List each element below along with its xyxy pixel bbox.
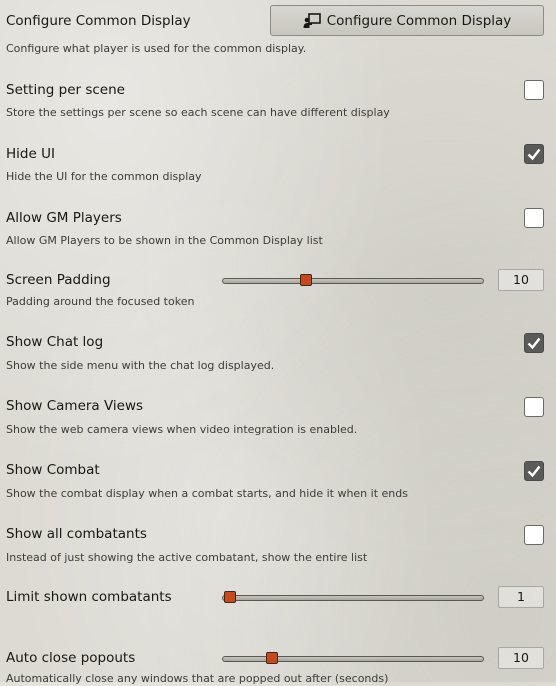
setting-show-combat: Show Combat Show the combat display when… — [6, 459, 544, 505]
setting-hint: Configure what player is used for the co… — [6, 42, 307, 55]
setting-label: Screen Padding — [6, 272, 111, 288]
show-combat-checkbox[interactable] — [524, 461, 544, 481]
setting-label: Show Chat log — [6, 334, 104, 350]
setting-hint: Instead of just showing the active comba… — [6, 551, 368, 564]
setting-label: Auto close popouts — [6, 650, 136, 666]
setting-limit-shown-combatants: Limit shown combatants 1 — [6, 586, 544, 617]
setting-label: Show Combat — [6, 462, 100, 478]
configure-common-display-button[interactable]: Configure Common Display — [270, 5, 544, 36]
checkmark-icon — [527, 337, 541, 350]
setting-hint: Show the combat display when a combat st… — [6, 487, 408, 500]
setting-label: Allow GM Players — [6, 210, 122, 226]
setting-hint: Automatically close any windows that are… — [6, 672, 389, 685]
auto-close-popouts-slider[interactable] — [222, 650, 484, 668]
slider-track[interactable] — [222, 595, 484, 601]
slider-track[interactable] — [222, 656, 484, 662]
slider-thumb[interactable] — [299, 274, 312, 286]
setting-label: Hide UI — [6, 146, 55, 162]
setting-label: Show Camera Views — [6, 398, 144, 414]
slider-track[interactable] — [222, 278, 484, 284]
slider-thumb[interactable] — [223, 591, 236, 603]
setting-label: Setting per scene — [6, 82, 125, 98]
chalkboard-teacher-icon — [303, 12, 321, 28]
setting-hint: Padding around the focused token — [6, 295, 195, 308]
setting-label: Configure Common Display — [6, 13, 191, 29]
setting-label: Limit shown combatants — [6, 589, 172, 605]
setting-show-camera-views: Show Camera Views Show the web camera vi… — [6, 395, 544, 441]
setting-show-all-combatants: Show all combatants Instead of just show… — [6, 523, 544, 569]
setting-hide-ui: Hide UI Hide the UI for the common displ… — [6, 142, 544, 188]
checkmark-icon — [527, 465, 541, 478]
hide-ui-checkbox[interactable] — [524, 144, 544, 164]
screen-padding-slider[interactable] — [222, 272, 484, 290]
show-camera-views-checkbox[interactable] — [524, 397, 544, 417]
setting-auto-close-popouts: Auto close popouts 10 Automatically clos… — [6, 647, 544, 685]
configure-button-label: Configure Common Display — [326, 12, 512, 29]
auto-close-popouts-value: 10 — [498, 647, 544, 669]
setting-hint: Allow GM Players to be shown in the Comm… — [6, 234, 323, 247]
show-all-combatants-checkbox[interactable] — [524, 525, 544, 545]
setting-configure-common-display: Configure Common Display Configure Commo… — [6, 0, 544, 60]
setting-screen-padding: Screen Padding 10 Padding around the foc… — [6, 268, 544, 312]
setting-show-chat-log: Show Chat log Show the side menu with th… — [6, 331, 544, 377]
setting-label: Show all combatants — [6, 526, 147, 542]
setting-hint: Show the web camera views when video int… — [6, 423, 358, 436]
setting-hint: Hide the UI for the common display — [6, 170, 202, 183]
setting-hint: Show the side menu with the chat log dis… — [6, 359, 275, 372]
setting-allow-gm-players: Allow GM Players Allow GM Players to be … — [6, 206, 544, 252]
limit-shown-combatants-value: 1 — [498, 586, 544, 608]
screen-padding-value: 10 — [498, 269, 544, 291]
allow-gm-players-checkbox[interactable] — [524, 208, 544, 228]
setting-per-scene-checkbox[interactable] — [524, 80, 544, 100]
setting-per-scene: Setting per scene Store the settings per… — [6, 78, 544, 124]
setting-hint: Store the settings per scene so each sce… — [6, 106, 390, 119]
checkmark-icon — [527, 148, 541, 161]
slider-thumb[interactable] — [265, 652, 278, 664]
limit-shown-combatants-slider[interactable] — [222, 589, 484, 607]
show-chat-log-checkbox[interactable] — [524, 333, 544, 353]
